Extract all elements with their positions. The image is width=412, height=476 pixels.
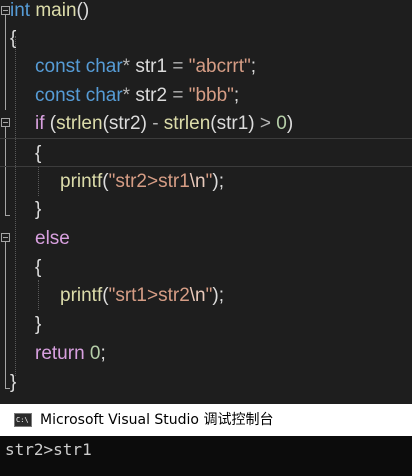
console-title-bar[interactable]: C:\ Microsoft Visual Studio 调试控制台 [0, 404, 412, 436]
console-output-area[interactable]: str2>str1 [0, 436, 412, 476]
code-token: printf [60, 171, 103, 192]
code-token: (str1) [210, 113, 260, 134]
code-token: char [85, 85, 123, 106]
code-token: else [35, 228, 70, 249]
code-line-text: if (strlen(str2) - strlen(str1) > 0) [35, 109, 293, 138]
code-line[interactable]: } [0, 368, 412, 397]
code-line-text: else [35, 224, 70, 253]
code-token: const [35, 85, 81, 106]
code-line[interactable]: if (strlen(str2) - strlen(str1) > 0) [0, 109, 412, 138]
code-line[interactable]: { [0, 138, 412, 167]
code-token: ; [100, 343, 106, 364]
code-line-text: const char* str2 = "bbb"; [35, 81, 239, 110]
code-token: if [35, 113, 45, 134]
code-token: ); [212, 285, 224, 306]
code-token: ; [250, 56, 257, 77]
code-token: 0 [276, 113, 287, 134]
code-line[interactable]: } [0, 310, 412, 339]
code-line-text: { [35, 253, 41, 282]
code-token: strlen [56, 113, 103, 134]
code-line-text: printf("str2>str1\n"); [60, 167, 224, 196]
code-token: { [35, 257, 42, 278]
code-token: main [35, 0, 77, 21]
code-token: int [10, 0, 31, 21]
code-line-text: { [35, 139, 41, 168]
code-line-text: const char* str1 = "abcrrt"; [35, 52, 256, 81]
code-token: "bbb" [188, 85, 234, 106]
code-token: ( [44, 113, 57, 134]
code-line[interactable]: else [0, 224, 412, 253]
code-token: printf [60, 285, 103, 306]
code-token: "srt1>str2 [108, 285, 190, 306]
code-line-text: return 0; [35, 339, 106, 368]
code-token: (str2) [102, 113, 153, 134]
code-line[interactable]: { [0, 24, 412, 53]
code-token: } [35, 314, 42, 335]
code-token: "abcrrt" [188, 56, 251, 77]
code-token: = [172, 56, 184, 77]
code-token: 0 [89, 343, 101, 364]
code-token: ; [233, 85, 240, 106]
code-line[interactable]: } [0, 195, 412, 224]
code-editor[interactable]: int main(){const char* str1 = "abcrrt"; c… [0, 0, 412, 400]
code-token: * [122, 56, 131, 77]
code-line-text: } [10, 368, 16, 397]
code-line-text: printf("srt1>str2\n"); [60, 281, 224, 310]
code-line-text: } [35, 310, 41, 339]
code-token: } [10, 372, 17, 393]
code-line[interactable]: const char* str1 = "abcrrt"; [0, 52, 412, 81]
code-line[interactable]: { [0, 253, 412, 282]
code-token: \n [189, 285, 206, 306]
console-output-text: str2>str1 [5, 440, 92, 459]
code-token: char [85, 56, 123, 77]
console-app-icon: C:\ [14, 413, 32, 427]
code-token: () [76, 0, 90, 21]
code-line[interactable]: return 0; [0, 339, 412, 368]
code-token: const [35, 56, 81, 77]
code-token: { [35, 143, 42, 164]
code-token: * [122, 85, 131, 106]
code-token: > [259, 113, 271, 134]
code-token: str2 [130, 85, 173, 106]
code-token: { [10, 28, 17, 49]
code-token: strlen [163, 113, 211, 134]
code-line[interactable]: printf("str2>str1\n"); [0, 167, 412, 196]
code-line[interactable]: printf("srt1>str2\n"); [0, 281, 412, 310]
code-token: str1 [130, 56, 173, 77]
code-line[interactable]: const char* str2 = "bbb"; [0, 81, 412, 110]
code-line[interactable]: int main() [0, 0, 412, 25]
code-token: \n [189, 171, 206, 192]
console-title: Microsoft Visual Studio 调试控制台 [40, 412, 274, 428]
code-line-text: { [10, 24, 16, 53]
code-token: ) [286, 113, 294, 134]
code-token: return [35, 343, 85, 364]
code-line-text: int main() [10, 0, 89, 25]
code-token: } [35, 199, 42, 220]
code-token: ); [212, 171, 224, 192]
code-token: "str2>str1 [108, 171, 190, 192]
code-token: = [172, 85, 184, 106]
code-line-text: } [35, 195, 41, 224]
